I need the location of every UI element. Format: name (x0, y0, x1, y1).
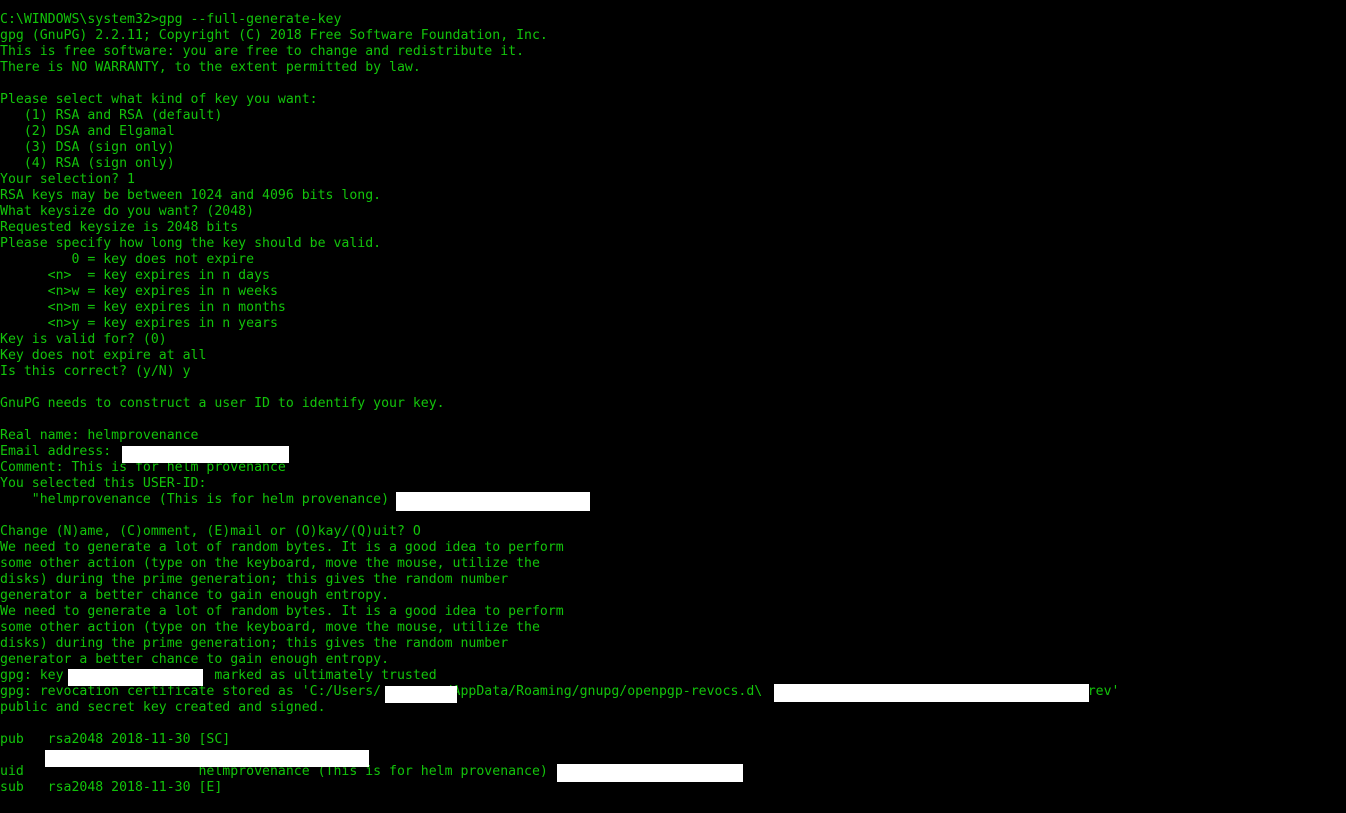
revocation-filename-redaction (774, 684, 1089, 702)
terminal-line: We need to generate a lot of random byte… (0, 604, 564, 619)
terminal-line: Requested keysize is 2048 bits (0, 220, 239, 235)
terminal-line: (1) RSA and RSA (default) (0, 108, 223, 123)
terminal-line: generator a better chance to gain enough… (0, 652, 390, 667)
terminal-window[interactable]: C:\WINDOWS\system32>gpg --full-generate-… (0, 0, 1346, 813)
terminal-line: Key is valid for? (0) (0, 332, 167, 347)
terminal-line: <n> = key expires in n days (0, 268, 270, 283)
terminal-line: <n>w = key expires in n weeks (0, 284, 278, 299)
terminal-line: some other action (type on the keyboard,… (0, 620, 540, 635)
key-fingerprint-redaction (68, 669, 203, 686)
terminal-line: some other action (type on the keyboard,… (0, 556, 540, 571)
terminal-line: This is free software: you are free to c… (0, 44, 525, 59)
pub-fingerprint-redaction (45, 750, 369, 767)
terminal-line: gpg (GnuPG) 2.2.11; Copyright (C) 2018 F… (0, 28, 548, 43)
terminal-line: <n>m = key expires in n months (0, 300, 286, 315)
terminal-line: "helmprovenance (This is for helm proven… (0, 492, 397, 507)
terminal-line: Key does not expire at all (0, 348, 207, 363)
terminal-line: Please select what kind of key you want: (0, 92, 318, 107)
terminal-line: Is this correct? (y/N) y (0, 364, 191, 379)
terminal-line: What keysize do you want? (2048) (0, 204, 255, 219)
username-path-redaction (385, 686, 457, 703)
terminal-line: (2) DSA and Elgamal (0, 124, 175, 139)
terminal-line: We need to generate a lot of random byte… (0, 540, 564, 555)
terminal-line: disks) during the prime generation; this… (0, 636, 509, 651)
terminal-line: 0 = key does not expire (0, 252, 255, 267)
terminal-line: GnuPG needs to construct a user ID to id… (0, 396, 445, 411)
terminal-line: public and secret key created and signed… (0, 700, 326, 715)
user-id-redaction (396, 492, 590, 511)
terminal-line: Your selection? 1 (0, 172, 135, 187)
email-address-redaction (122, 446, 289, 463)
terminal-line: generator a better chance to gain enough… (0, 588, 390, 603)
uid-email-redaction (557, 764, 743, 782)
terminal-line: C:\WINDOWS\system32>gpg --full-generate-… (0, 12, 342, 27)
terminal-line: disks) during the prime generation; this… (0, 572, 509, 587)
terminal-line: <n>y = key expires in n years (0, 316, 278, 331)
terminal-line: There is NO WARRANTY, to the extent perm… (0, 60, 421, 75)
terminal-line: Change (N)ame, (C)omment, (E)mail or (O)… (0, 524, 421, 539)
terminal-line: gpg: revocation certificate stored as 'C… (0, 684, 1120, 699)
terminal-line: RSA keys may be between 1024 and 4096 bi… (0, 188, 382, 203)
terminal-line: pub rsa2048 2018-11-30 [SC] (0, 732, 231, 747)
terminal-line: (4) RSA (sign only) (0, 156, 175, 171)
terminal-line: Please specify how long the key should b… (0, 236, 382, 251)
terminal-line: Real name: helmprovenance (0, 428, 199, 443)
terminal-line: You selected this USER-ID: (0, 476, 207, 491)
terminal-line: sub rsa2048 2018-11-30 [E] (0, 780, 223, 795)
terminal-line: (3) DSA (sign only) (0, 140, 175, 155)
